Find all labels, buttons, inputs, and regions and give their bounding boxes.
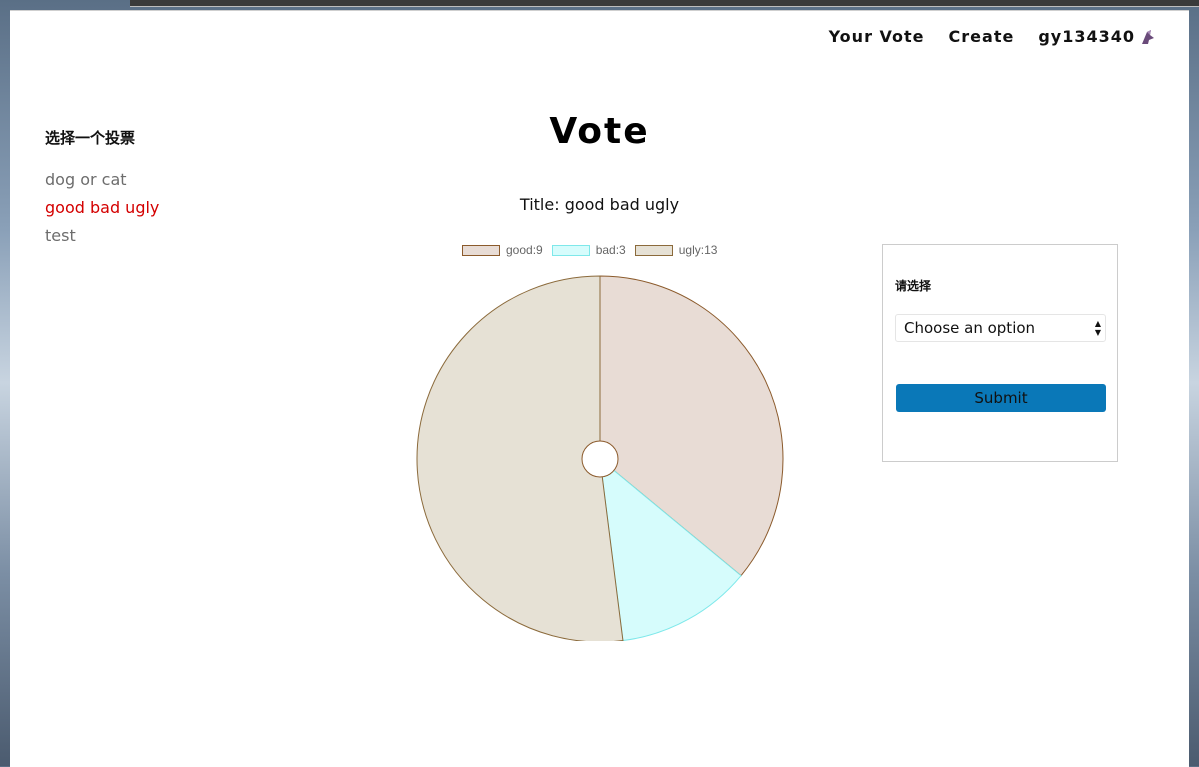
- avatar-icon: [1142, 29, 1154, 44]
- chart-legend: good:9 bad:3 ugly:13: [462, 243, 717, 257]
- legend-entry-bad[interactable]: bad:3: [551, 243, 626, 257]
- top-nav: Your Vote Create gy134340: [829, 27, 1157, 46]
- browser-top-bar: [130, 0, 1199, 7]
- submit-button[interactable]: Submit: [896, 384, 1106, 412]
- legend-swatch-ugly: [634, 244, 673, 256]
- app-window: Your Vote Create gy134340 选择一个投票 dog or …: [10, 10, 1189, 767]
- legend-entry-good[interactable]: good:9: [462, 243, 543, 257]
- poll-title: Title: good bad ugly: [519, 195, 680, 214]
- option-select[interactable]: Choose an option ▲ ▼: [895, 314, 1106, 342]
- vote-panel: 请选择 Choose an option ▲ ▼ Submit: [882, 244, 1118, 462]
- username: gy134340: [1038, 27, 1135, 46]
- nav-create[interactable]: Create: [949, 27, 1015, 46]
- legend-swatch-good: [462, 244, 500, 256]
- select-value: Choose an option: [904, 319, 1036, 337]
- legend-label-good: good:9: [506, 243, 543, 257]
- poll-item-test[interactable]: test: [45, 222, 159, 250]
- pie-chart: [416, 275, 784, 641]
- nav-user[interactable]: gy134340: [1038, 27, 1157, 46]
- choose-label: 请选择: [895, 279, 932, 293]
- legend-entry-ugly[interactable]: ugly:13: [634, 243, 718, 257]
- legend-label-ugly: ugly:13: [678, 243, 718, 257]
- select-arrows-icon: ▲ ▼: [1094, 319, 1101, 337]
- page-title: Vote: [549, 111, 650, 152]
- legend-swatch-bad: [551, 244, 590, 256]
- legend-label-bad: bad:3: [595, 243, 626, 257]
- nav-your-vote[interactable]: Your Vote: [829, 27, 925, 46]
- poll-item-dog-or-cat[interactable]: dog or cat: [45, 166, 159, 194]
- doughnut-hole: [581, 440, 619, 478]
